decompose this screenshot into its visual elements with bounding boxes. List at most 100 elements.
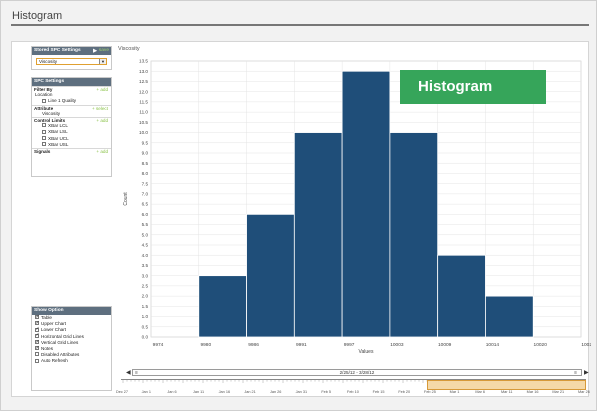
x-tick-label: 10009: [438, 342, 452, 348]
histogram-bar: [293, 132, 343, 338]
timeline-label: Feb 5: [321, 390, 332, 394]
y-tick-label: 13.5: [139, 59, 148, 64]
show-option-checkbox[interactable]: [35, 352, 39, 357]
stored-settings-select[interactable]: Viscosity ▼: [36, 58, 107, 65]
y-axis-label: Count: [123, 192, 129, 206]
y-tick-label: 2.0: [142, 294, 149, 299]
y-tick-label: 3.5: [142, 263, 149, 268]
histogram-bar: [198, 275, 247, 338]
x-tick-label: 10026: [581, 342, 591, 348]
timeline-label: Jan 26: [270, 390, 282, 394]
x-tick-label: 9974: [153, 342, 164, 348]
timeline-navigator[interactable]: [121, 379, 586, 390]
x-tick-label: 10003: [390, 342, 404, 348]
y-tick-label: 12.5: [139, 79, 148, 84]
y-tick-label: 11.0: [139, 110, 148, 115]
y-tick-label: 6.0: [142, 212, 149, 217]
timeline-label: Mar 16: [526, 390, 539, 394]
save-settings-link[interactable]: save: [99, 47, 109, 55]
x-tick-label: 9997: [344, 342, 355, 348]
y-tick-label: 0.5: [142, 324, 149, 329]
y-tick-label: 8.0: [142, 171, 149, 176]
histogram-badge: Histogram: [400, 70, 546, 104]
control-limit-label: XBar LCL: [48, 123, 68, 129]
page-title: Histogram: [12, 10, 63, 22]
control-limit-checkbox[interactable]: [42, 123, 46, 128]
timeline-label: Mar 21: [552, 390, 565, 394]
show-option-checkbox[interactable]: [35, 326, 40, 332]
timeline-label: Mar 1: [449, 390, 460, 394]
show-option-checkbox[interactable]: [35, 320, 40, 326]
timeline-label: Jan 11: [193, 390, 205, 394]
stored-settings-header: Stored SPC Settings ▶ save: [32, 47, 111, 55]
grip-right-icon[interactable]: ≡: [574, 370, 577, 376]
x-tick-label: 9986: [248, 342, 259, 348]
show-option-item[interactable]: Auto Refresh: [32, 358, 111, 364]
show-option-label: Upper Chart: [41, 321, 67, 327]
show-option-checkbox[interactable]: [35, 358, 39, 363]
y-tick-label: 5.0: [142, 232, 149, 237]
y-tick-label: 10.0: [139, 130, 148, 135]
show-option-checkbox[interactable]: [35, 345, 40, 351]
show-option-checkbox[interactable]: [35, 332, 40, 339]
show-option-title: Show Option: [34, 308, 64, 313]
show-option-label: Horizontal Grid Lines: [41, 333, 84, 339]
spc-settings-title: SPC Settings: [34, 79, 65, 84]
location-item-label: Line 1 Quality: [48, 98, 77, 104]
timeline-label: Feb 20: [398, 390, 411, 394]
show-option-label: Table: [41, 315, 52, 320]
x-tick-label: 10014: [486, 342, 500, 348]
timeline-label: Feb 10: [347, 390, 359, 394]
timeline-label: Jan 1: [141, 390, 151, 394]
timeline-label: Mar 11: [501, 390, 513, 394]
y-tick-label: 9.0: [142, 151, 149, 156]
y-tick-label: 3.0: [142, 273, 149, 278]
timeline-label: Jan 21: [244, 390, 256, 394]
y-tick-label: 1.0: [142, 314, 149, 319]
histogram-bar: [437, 254, 486, 338]
timeline-label: Jan 6: [167, 390, 177, 394]
show-option-label: Vertical Grid Lines: [41, 339, 79, 345]
timeline-label: Feb 15: [372, 390, 385, 394]
x-tick-label: 9980: [200, 342, 211, 348]
show-option-checkbox[interactable]: [35, 339, 40, 345]
timeline-label: Mar 26: [578, 390, 590, 394]
chevron-down-icon[interactable]: ▼: [99, 59, 106, 64]
timeline-selection[interactable]: [427, 380, 586, 390]
show-option-list: TableUpper ChartLower ChartHorizontal Gr…: [32, 314, 111, 365]
stored-settings-panel: Stored SPC Settings ▶ save Viscosity ▼: [31, 46, 112, 70]
signals-row: Signals + add: [32, 147, 111, 155]
scroll-right-icon[interactable]: ▶: [584, 369, 589, 376]
x-tick-label: 9991: [296, 342, 307, 348]
y-tick-label: 1.5: [142, 304, 149, 309]
scroll-left-icon[interactable]: ◀: [126, 369, 131, 376]
y-tick-label: 4.0: [142, 253, 149, 258]
show-option-label: Lower Chart: [41, 327, 67, 333]
timeline-label: Feb 25: [424, 390, 436, 394]
control-limit-checkbox[interactable]: [42, 129, 46, 134]
range-scrollbar[interactable]: ≡ 2/25/12 - 3/28/12 ≡: [132, 369, 582, 376]
y-tick-label: 0.0: [142, 335, 149, 340]
timeline-label: Jan 16: [218, 390, 231, 394]
y-tick-label: 9.5: [142, 140, 149, 145]
x-tick-label: 10020: [534, 342, 548, 348]
chart-title: Viscosity: [118, 46, 140, 52]
location-checkbox[interactable]: [42, 98, 46, 103]
show-option-checkbox[interactable]: [35, 314, 40, 320]
y-tick-label: 2.5: [142, 283, 149, 288]
control-limit-checkbox[interactable]: [42, 141, 46, 146]
play-icon[interactable]: ▶: [93, 47, 97, 55]
y-tick-label: 12.0: [139, 89, 148, 94]
histogram-bar: [389, 132, 439, 338]
timeline-label: Dec 27: [116, 390, 129, 394]
control-limit-label: XBar USL: [48, 141, 69, 147]
title-divider: [11, 24, 589, 26]
range-label: 2/25/12 - 3/28/12: [339, 370, 375, 375]
timeline-label: Jan 31: [295, 390, 308, 394]
y-tick-label: 7.0: [142, 191, 149, 196]
signals-add-link[interactable]: + add: [96, 149, 108, 155]
spc-settings-panel: SPC Settings Filter By + add Location Li…: [31, 77, 112, 177]
y-tick-label: 11.5: [139, 99, 148, 104]
stored-settings-value: Viscosity: [39, 59, 58, 64]
control-limit-checkbox[interactable]: [42, 135, 46, 140]
